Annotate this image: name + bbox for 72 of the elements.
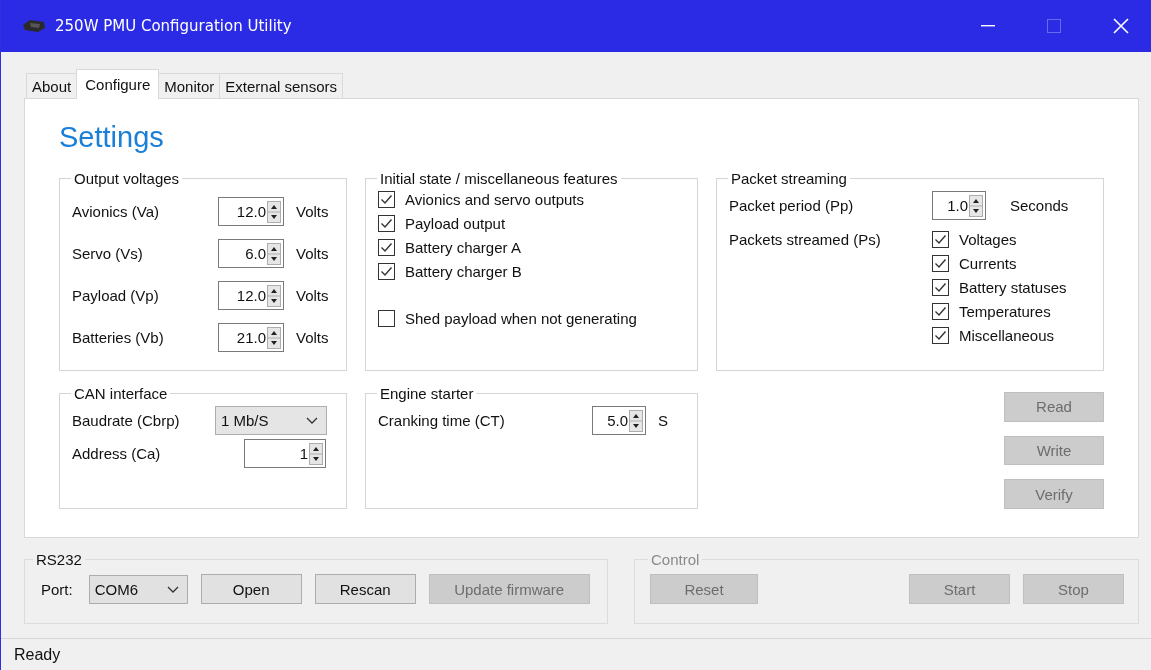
spin-arrows-icon[interactable] xyxy=(969,194,983,217)
unit-label: Volts xyxy=(296,203,329,220)
caret-icon xyxy=(306,417,318,424)
port-dropdown[interactable]: COM6 xyxy=(88,574,188,604)
field-label: Packets streamed (Ps) xyxy=(729,231,882,248)
field-label: Address (Ca) xyxy=(72,445,162,462)
checkbox-label: Miscellaneous xyxy=(959,327,1055,344)
app-icon xyxy=(22,19,46,33)
number-spinner[interactable]: 12.0 xyxy=(218,197,284,226)
field-label: Avionics (Va) xyxy=(72,203,160,220)
spin-arrows-icon[interactable] xyxy=(267,326,281,349)
unit-label: Volts xyxy=(296,245,329,262)
status-text: Ready xyxy=(14,645,61,664)
checkbox-label: Voltages xyxy=(959,231,1017,248)
spin-arrows-icon[interactable] xyxy=(267,242,281,265)
unit-label: Volts xyxy=(296,287,329,304)
field-label: Payload (Vp) xyxy=(72,287,160,304)
caret-icon xyxy=(166,585,179,593)
settings-heading: Settings xyxy=(59,120,165,155)
checkbox[interactable] xyxy=(378,239,395,256)
checkbox-label: Battery statuses xyxy=(959,279,1067,296)
spin-arrows-icon[interactable] xyxy=(629,409,643,432)
checkbox[interactable] xyxy=(378,215,395,232)
checkbox[interactable] xyxy=(378,191,395,208)
checkbox-label: Avionics and servo outputs xyxy=(405,191,584,208)
checkbox-label: Battery charger B xyxy=(405,263,522,280)
group-title: Control xyxy=(650,551,701,568)
minimize-icon[interactable] xyxy=(981,25,995,27)
group-title: Initial state / miscellaneous features xyxy=(379,170,619,187)
baudrate-dropdown[interactable]: 1 Mb/S xyxy=(215,406,327,435)
number-spinner[interactable]: 12.0 xyxy=(218,281,284,310)
checkbox-label: Payload output xyxy=(405,215,506,232)
number-spinner[interactable]: 1 xyxy=(244,439,326,468)
checkbox[interactable] xyxy=(932,327,949,344)
number-spinner[interactable]: 21.0 xyxy=(218,323,284,352)
tab[interactable]: About xyxy=(26,73,78,98)
group-title: Packet streaming xyxy=(730,170,848,187)
checkbox[interactable] xyxy=(378,310,395,327)
group-title: Output voltages xyxy=(73,170,181,187)
rs232-button[interactable]: Rescan xyxy=(314,574,416,604)
checkbox-label: Battery charger A xyxy=(405,239,521,256)
checkbox[interactable] xyxy=(932,231,949,248)
port-label: Port: xyxy=(41,580,73,598)
field-label: Batteries (Vb) xyxy=(72,329,165,346)
unit-label: S xyxy=(658,412,668,429)
checkbox[interactable] xyxy=(932,303,949,320)
tab[interactable]: Configure xyxy=(76,69,160,99)
checkbox-label: Currents xyxy=(959,255,1017,272)
tab[interactable]: External sensors xyxy=(219,73,343,98)
number-spinner[interactable]: 6.0 xyxy=(218,239,284,268)
rs232-button[interactable]: Open xyxy=(200,574,302,604)
checkbox[interactable] xyxy=(378,263,395,280)
group-title: RS232 xyxy=(35,551,83,568)
field-label: Baudrate (Cbrp) xyxy=(72,412,181,429)
spin-arrows-icon[interactable] xyxy=(309,442,323,465)
unit-label: Seconds xyxy=(1010,197,1069,214)
checkbox-label: Shed payload when not generating xyxy=(405,310,637,327)
spin-arrows-icon[interactable] xyxy=(267,200,281,223)
group-title: CAN interface xyxy=(73,385,169,402)
spin-arrows-icon[interactable] xyxy=(267,284,281,307)
checkbox[interactable] xyxy=(932,279,949,296)
field-label: Servo (Vs) xyxy=(72,245,144,262)
number-spinner[interactable]: 1.0 xyxy=(932,191,986,220)
field-label: Packet period (Pp) xyxy=(729,197,855,214)
close-icon[interactable] xyxy=(1113,18,1129,34)
checkbox[interactable] xyxy=(932,255,949,272)
checkbox-label: Temperatures xyxy=(959,303,1051,320)
window-title: 250W PMU Configuration Utility xyxy=(55,17,292,35)
unit-label: Volts xyxy=(296,329,329,346)
group-title: Engine starter xyxy=(379,385,475,402)
number-spinner[interactable]: 5.0 xyxy=(592,406,646,435)
field-label: Cranking time (CT) xyxy=(378,412,506,429)
